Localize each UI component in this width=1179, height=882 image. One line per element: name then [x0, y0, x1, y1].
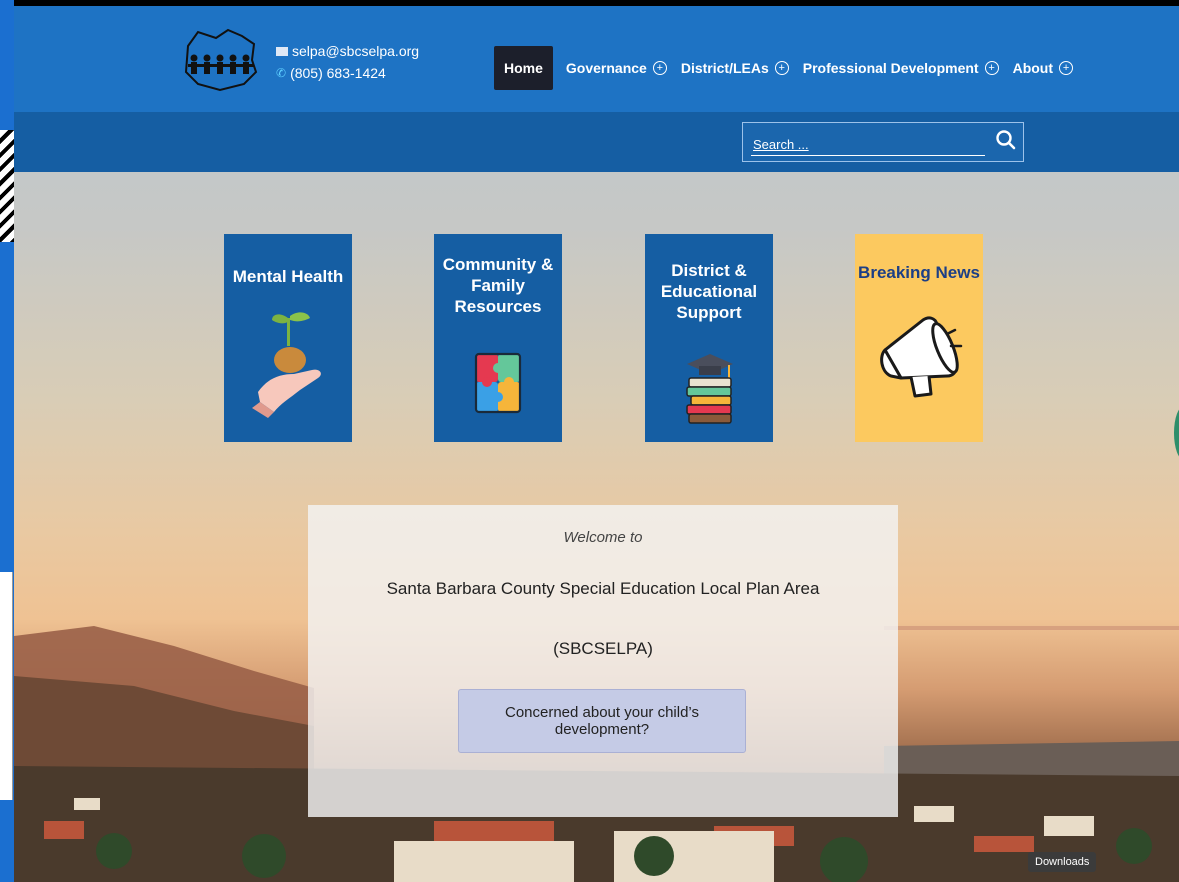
- child-development-button[interactable]: Concerned about your child’s development…: [458, 689, 746, 753]
- welcome-panel: Welcome to Santa Barbara County Special …: [308, 505, 898, 817]
- tile-label: Community & Family Resources: [442, 255, 554, 316]
- tile-community-family-resources[interactable]: Community & Family Resources: [434, 234, 562, 442]
- nav-about[interactable]: About +: [1006, 46, 1080, 90]
- expand-plus-icon[interactable]: +: [652, 61, 667, 75]
- nav-home[interactable]: Home: [494, 46, 553, 90]
- nav-professional-development[interactable]: Professional Development +: [796, 46, 1006, 90]
- megaphone-icon: [880, 316, 963, 398]
- tile-district-educational-support[interactable]: District & Educational Support: [645, 234, 773, 442]
- nav-label: Professional Development: [802, 60, 979, 76]
- expand-plus-icon[interactable]: +: [984, 61, 999, 75]
- puzzle-icon: [474, 352, 522, 414]
- nav-label: District/LEAs: [680, 60, 769, 76]
- hand-seedling-icon: [252, 312, 321, 418]
- nav-label: Governance: [565, 60, 647, 76]
- nav-governance[interactable]: Governance +: [559, 46, 674, 90]
- downloads-tooltip: Downloads: [1028, 852, 1097, 872]
- nav-label: Home: [504, 60, 543, 76]
- email-row[interactable]: selpa@sbcselpa.org: [276, 40, 419, 62]
- tile-mental-health[interactable]: Mental Health: [224, 234, 352, 442]
- site-header: selpa@sbcselpa.org ✆ (805) 683-1424 Home…: [14, 6, 1179, 112]
- organization-abbr: (SBCSELPA): [553, 639, 653, 658]
- tile-label: Breaking News: [858, 263, 980, 282]
- phone-row[interactable]: ✆ (805) 683-1424: [276, 62, 419, 84]
- search-box: [742, 122, 1024, 162]
- tile-label: District & Educational Support: [660, 261, 758, 322]
- email-link[interactable]: selpa@sbcselpa.org: [292, 40, 419, 62]
- tile-breaking-news[interactable]: Breaking News: [855, 234, 983, 442]
- floating-widget-edge[interactable]: [1174, 406, 1179, 460]
- expand-plus-icon[interactable]: +: [774, 61, 789, 75]
- website-page: selpa@sbcselpa.org ✆ (805) 683-1424 Home…: [14, 6, 1179, 882]
- expand-plus-icon[interactable]: +: [1059, 61, 1074, 75]
- phone-link[interactable]: (805) 683-1424: [290, 62, 386, 84]
- tile-label: Mental Health: [232, 267, 344, 286]
- hatch-decoration: [0, 130, 14, 242]
- search-icon[interactable]: [995, 129, 1017, 151]
- nav-label: About: [1012, 60, 1054, 76]
- welcome-intro: Welcome to: [563, 529, 643, 546]
- side-panel-edge: [0, 572, 13, 800]
- nav-district-leas[interactable]: District/LEAs +: [674, 46, 796, 90]
- contact-info: selpa@sbcselpa.org ✆ (805) 683-1424: [276, 40, 419, 84]
- sbcselpa-logo[interactable]: [180, 24, 262, 96]
- search-input[interactable]: [751, 133, 985, 156]
- books-graduation-cap-icon: [686, 354, 733, 424]
- mail-icon: [276, 46, 288, 56]
- phone-icon: ✆: [276, 66, 287, 80]
- main-nav: Home Governance + District/LEAs + Profes…: [494, 46, 1080, 90]
- organization-name: Santa Barbara County Special Education L…: [386, 579, 820, 598]
